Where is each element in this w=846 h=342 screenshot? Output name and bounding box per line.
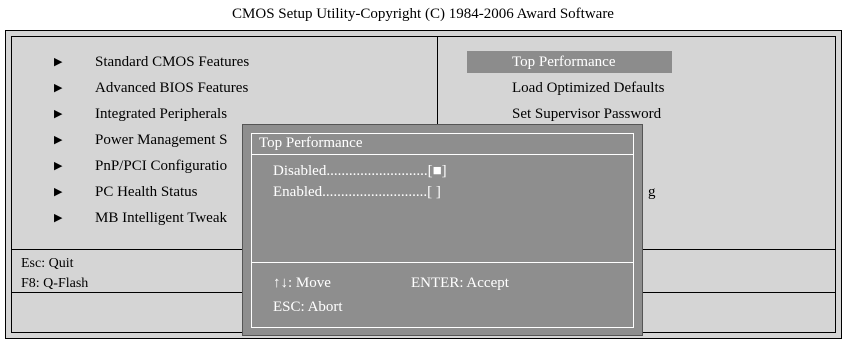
menu-item-label: PnP/PCI Configuratio (95, 158, 228, 174)
arrow-right-icon: ▶ (54, 212, 63, 224)
leader-dots: ............................ (322, 184, 428, 200)
top-performance-dialog: Top Performance Disabled................… (242, 124, 643, 336)
esc-abort-hint: ESC: Abort (273, 299, 343, 315)
menu-item-label: PC Health Status (95, 184, 198, 200)
leader-dots: ........................... (326, 163, 428, 179)
option-value: [ ] (427, 184, 441, 200)
move-hint: ↑↓: Move (273, 275, 331, 291)
menu-item-top-performance[interactable]: Top Performance (467, 51, 672, 73)
enter-accept-hint: ENTER: Accept (411, 275, 509, 291)
option-label: Disabled (273, 163, 327, 179)
menu-item-label: MB Intelligent Tweak (95, 210, 227, 226)
arrow-right-icon: ▶ (54, 186, 63, 198)
option-enabled[interactable]: Enabled............................[ ] (273, 184, 441, 201)
dialog-separator (252, 262, 633, 263)
menu-item-set-supervisor-password[interactable]: Set Supervisor Password (512, 103, 661, 125)
arrow-right-icon: ▶ (54, 160, 63, 172)
menu-item-label: Power Management S (95, 132, 228, 148)
f8-qflash-hint: F8: Q-Flash (21, 276, 89, 291)
option-disabled[interactable]: Disabled...........................[■] (273, 163, 447, 180)
menu-item-load-optimized-defaults[interactable]: Load Optimized Defaults (512, 77, 664, 99)
menu-item-partial[interactable]: g (648, 181, 656, 203)
dialog-title: Top Performance (259, 135, 363, 151)
window-title: CMOS Setup Utility-Copyright (C) 1984-20… (232, 6, 614, 22)
option-value: [■] (427, 163, 447, 179)
arrow-right-icon: ▶ (54, 134, 63, 146)
option-label: Enabled (273, 184, 323, 200)
menu-item-label: Advanced BIOS Features (95, 80, 249, 96)
arrow-right-icon: ▶ (54, 108, 63, 120)
esc-quit-hint: Esc: Quit (21, 256, 74, 271)
dialog-header: Top Performance (252, 134, 633, 155)
menu-item-label: Standard CMOS Features (95, 54, 250, 70)
dialog-frame: Top Performance Disabled................… (251, 133, 634, 328)
arrow-right-icon: ▶ (54, 56, 63, 68)
arrow-right-icon: ▶ (54, 82, 63, 94)
menu-item-label: Integrated Peripherals (95, 106, 228, 122)
